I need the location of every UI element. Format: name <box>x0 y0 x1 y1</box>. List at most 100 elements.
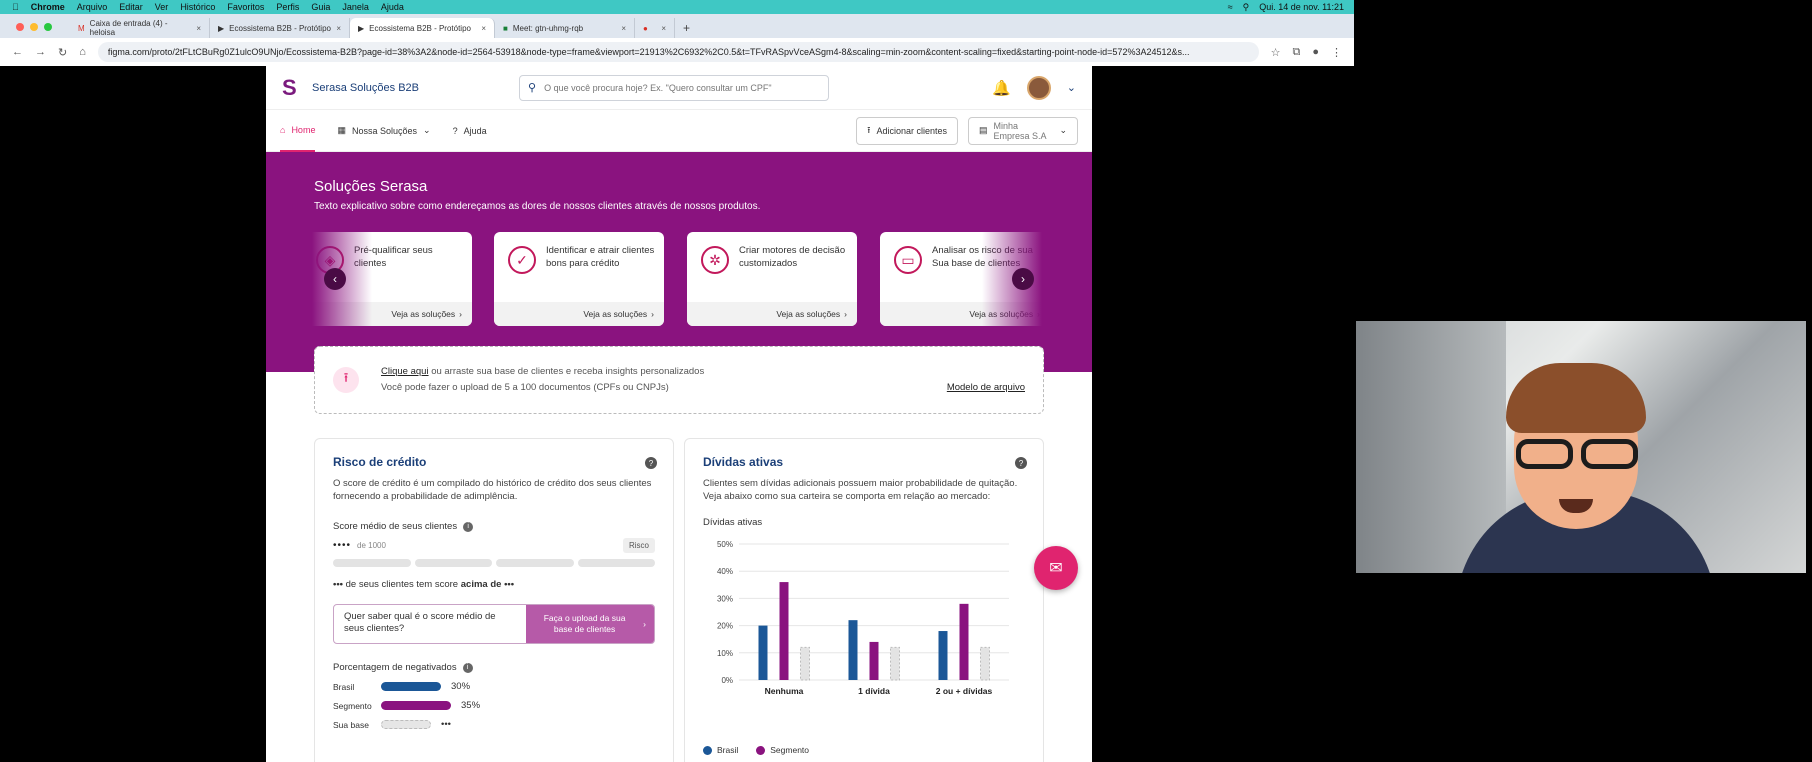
bookmark-star-icon[interactable]: ☆ <box>1271 46 1281 59</box>
card-link[interactable]: Veja as soluções› <box>687 302 857 326</box>
browser-chrome: M Caixa de entrada (4) - heloisa × ▶ Eco… <box>0 14 1354 66</box>
reload-icon[interactable]: ↻ <box>58 46 67 59</box>
negatives-bar <box>381 720 431 729</box>
menu-chrome[interactable]: Chrome <box>31 2 65 12</box>
negatives-label-row: Porcentagem de negativados i <box>333 662 655 673</box>
help-icon: ? <box>452 125 458 136</box>
close-tab-icon[interactable]: × <box>336 24 341 33</box>
info-icon[interactable]: i <box>462 662 473 673</box>
upload-icon: ⭱ <box>333 367 359 393</box>
chevron-down-icon[interactable]: ⌄ <box>1067 81 1076 94</box>
menu-editar[interactable]: Editar <box>119 2 143 12</box>
forward-icon[interactable]: → <box>35 46 46 58</box>
close-window-button[interactable] <box>16 23 24 31</box>
solution-card[interactable]: ✲ Criar motores de decisão customizados … <box>687 232 857 326</box>
tab-label: Ecossistema B2B - Protótipo <box>369 23 471 33</box>
negatives-row-label: Sua base <box>333 719 369 730</box>
bell-icon[interactable]: 🔔 <box>992 79 1011 97</box>
apple-icon[interactable]:  <box>12 2 19 12</box>
bar-segmento[interactable] <box>959 603 969 680</box>
company-select[interactable]: ▤ Minha Empresa S.A ⌄ <box>968 116 1078 145</box>
company-label: Minha Empresa S.A <box>993 120 1047 141</box>
bar-base[interactable] <box>890 646 900 681</box>
search-input[interactable] <box>544 82 821 93</box>
avatar[interactable] <box>1026 75 1051 100</box>
chat-fab-button[interactable]: ✉ <box>1034 546 1078 590</box>
menu-guia[interactable]: Guia <box>311 2 330 12</box>
file-model-link[interactable]: Modelo de arquivo <box>947 382 1025 393</box>
wifi-icon[interactable]: ≈ <box>1228 2 1233 12</box>
close-tab-icon[interactable]: × <box>661 24 666 33</box>
bar-brasil[interactable] <box>938 631 948 680</box>
serasa-logo[interactable]: S <box>282 75 304 101</box>
risk-tag: Risco <box>622 538 655 553</box>
carousel-next-button[interactable]: › <box>1012 268 1034 290</box>
help-icon[interactable]: ? <box>645 457 657 469</box>
credit-risk-panel: Risco de crédito ? O score de crédito é … <box>314 438 674 762</box>
webcam-video <box>1356 321 1806 573</box>
chart-title: Dívidas ativas <box>703 517 763 528</box>
bar-segmento[interactable] <box>869 641 879 680</box>
new-tab-button[interactable]: + <box>675 18 698 38</box>
avatar-glasses <box>1516 439 1638 469</box>
chevron-down-icon: ⌄ <box>1059 125 1067 135</box>
menu-ver[interactable]: Ver <box>155 2 169 12</box>
cta-upload-button[interactable]: Faça o upload da sua base de clientes › <box>526 605 654 643</box>
nav-help[interactable]: ? Ajuda <box>453 110 487 152</box>
home-icon[interactable]: ⌂ <box>79 46 86 58</box>
carousel-prev-button[interactable]: ‹ <box>324 268 346 290</box>
chevron-right-icon: › <box>643 618 646 629</box>
upload-click-link[interactable]: Clique aqui <box>381 366 429 377</box>
card-link-label: Veja as soluções <box>583 309 648 319</box>
tab-figma-1[interactable]: ▶ Ecossistema B2B - Protótipo × <box>210 18 350 38</box>
card-link[interactable]: Veja as soluções› <box>494 302 664 326</box>
bar-segmento[interactable] <box>779 582 789 680</box>
minimize-window-button[interactable] <box>30 23 38 31</box>
extensions-icon[interactable]: ⧉ <box>1292 46 1300 59</box>
main-nav: ⌂ Home ▦ Nossa Soluções ⌄ ? Ajuda ⭱ Adic… <box>266 110 1092 152</box>
upload-dropzone[interactable]: ⭱ Clique aqui ou arraste sua base de cli… <box>314 346 1044 414</box>
chevron-down-icon: ⌄ <box>423 125 431 135</box>
bar-base[interactable] <box>800 646 810 681</box>
negatives-row-label: Brasil <box>333 681 355 692</box>
solution-card[interactable]: ✓ Identificar e atrair clientes bons par… <box>494 232 664 326</box>
chevron-right-icon: › <box>459 309 462 319</box>
menu-janela[interactable]: Janela <box>342 2 369 12</box>
close-tab-icon[interactable]: × <box>621 24 626 33</box>
active-debts-panel: Dívidas ativas ? Clientes sem dívidas ad… <box>684 438 1044 762</box>
nav-solutions[interactable]: ▦ Nossa Soluções ⌄ <box>337 110 430 152</box>
info-icon[interactable]: i <box>463 521 474 532</box>
address-bar[interactable]: figma.com/proto/2tFLtCBuRg0Z1ulcO9UNjo/E… <box>97 42 1259 62</box>
close-tab-icon[interactable]: × <box>481 24 486 33</box>
tab-recording[interactable]: ● × <box>635 18 675 38</box>
threshold-dots: ••• <box>333 579 343 590</box>
menu-perfis[interactable]: Perfis <box>276 2 299 12</box>
profile-avatar-icon[interactable]: ● <box>1312 46 1319 58</box>
maximize-window-button[interactable] <box>44 23 52 31</box>
bar-base[interactable] <box>980 646 990 681</box>
y-tick-label: 20% <box>717 622 733 631</box>
tab-figma-2[interactable]: ▶ Ecossistema B2B - Protótipo × <box>350 18 495 38</box>
menu-arquivo[interactable]: Arquivo <box>77 2 108 12</box>
bar-brasil[interactable] <box>848 620 858 680</box>
back-icon[interactable]: ← <box>12 46 23 58</box>
tab-meet[interactable]: ■ Meet: gtn-uhmg-rqb × <box>495 18 635 38</box>
search-icon[interactable]: ⚲ <box>1243 2 1250 13</box>
search-box[interactable]: ⚲ <box>519 74 830 101</box>
tab-gmail[interactable]: M Caixa de entrada (4) - heloisa × <box>70 18 210 38</box>
monitor-chart-icon: ▭ <box>894 246 922 274</box>
nav-home[interactable]: ⌂ Home <box>280 110 316 152</box>
x-category-label: 2 ou + dívidas <box>936 686 993 696</box>
kebab-menu-icon[interactable]: ⋮ <box>1331 46 1342 59</box>
search-icon: ⚲ <box>528 82 537 94</box>
menu-historico[interactable]: Histórico <box>180 2 215 12</box>
menubar-clock[interactable]: Qui. 14 de nov. 11:21 <box>1259 2 1344 12</box>
close-tab-icon[interactable]: × <box>196 24 201 33</box>
help-icon[interactable]: ? <box>1015 457 1027 469</box>
solutions-carousel: ◈ Pré-qualificar seus clientes Veja as s… <box>312 232 1042 328</box>
add-clients-button[interactable]: ⭱ Adicionar clientes <box>856 116 958 145</box>
menu-ajuda[interactable]: Ajuda <box>381 2 404 12</box>
building-icon: ▤ <box>979 125 988 135</box>
menu-favoritos[interactable]: Favoritos <box>227 2 264 12</box>
bar-brasil[interactable] <box>758 625 768 680</box>
